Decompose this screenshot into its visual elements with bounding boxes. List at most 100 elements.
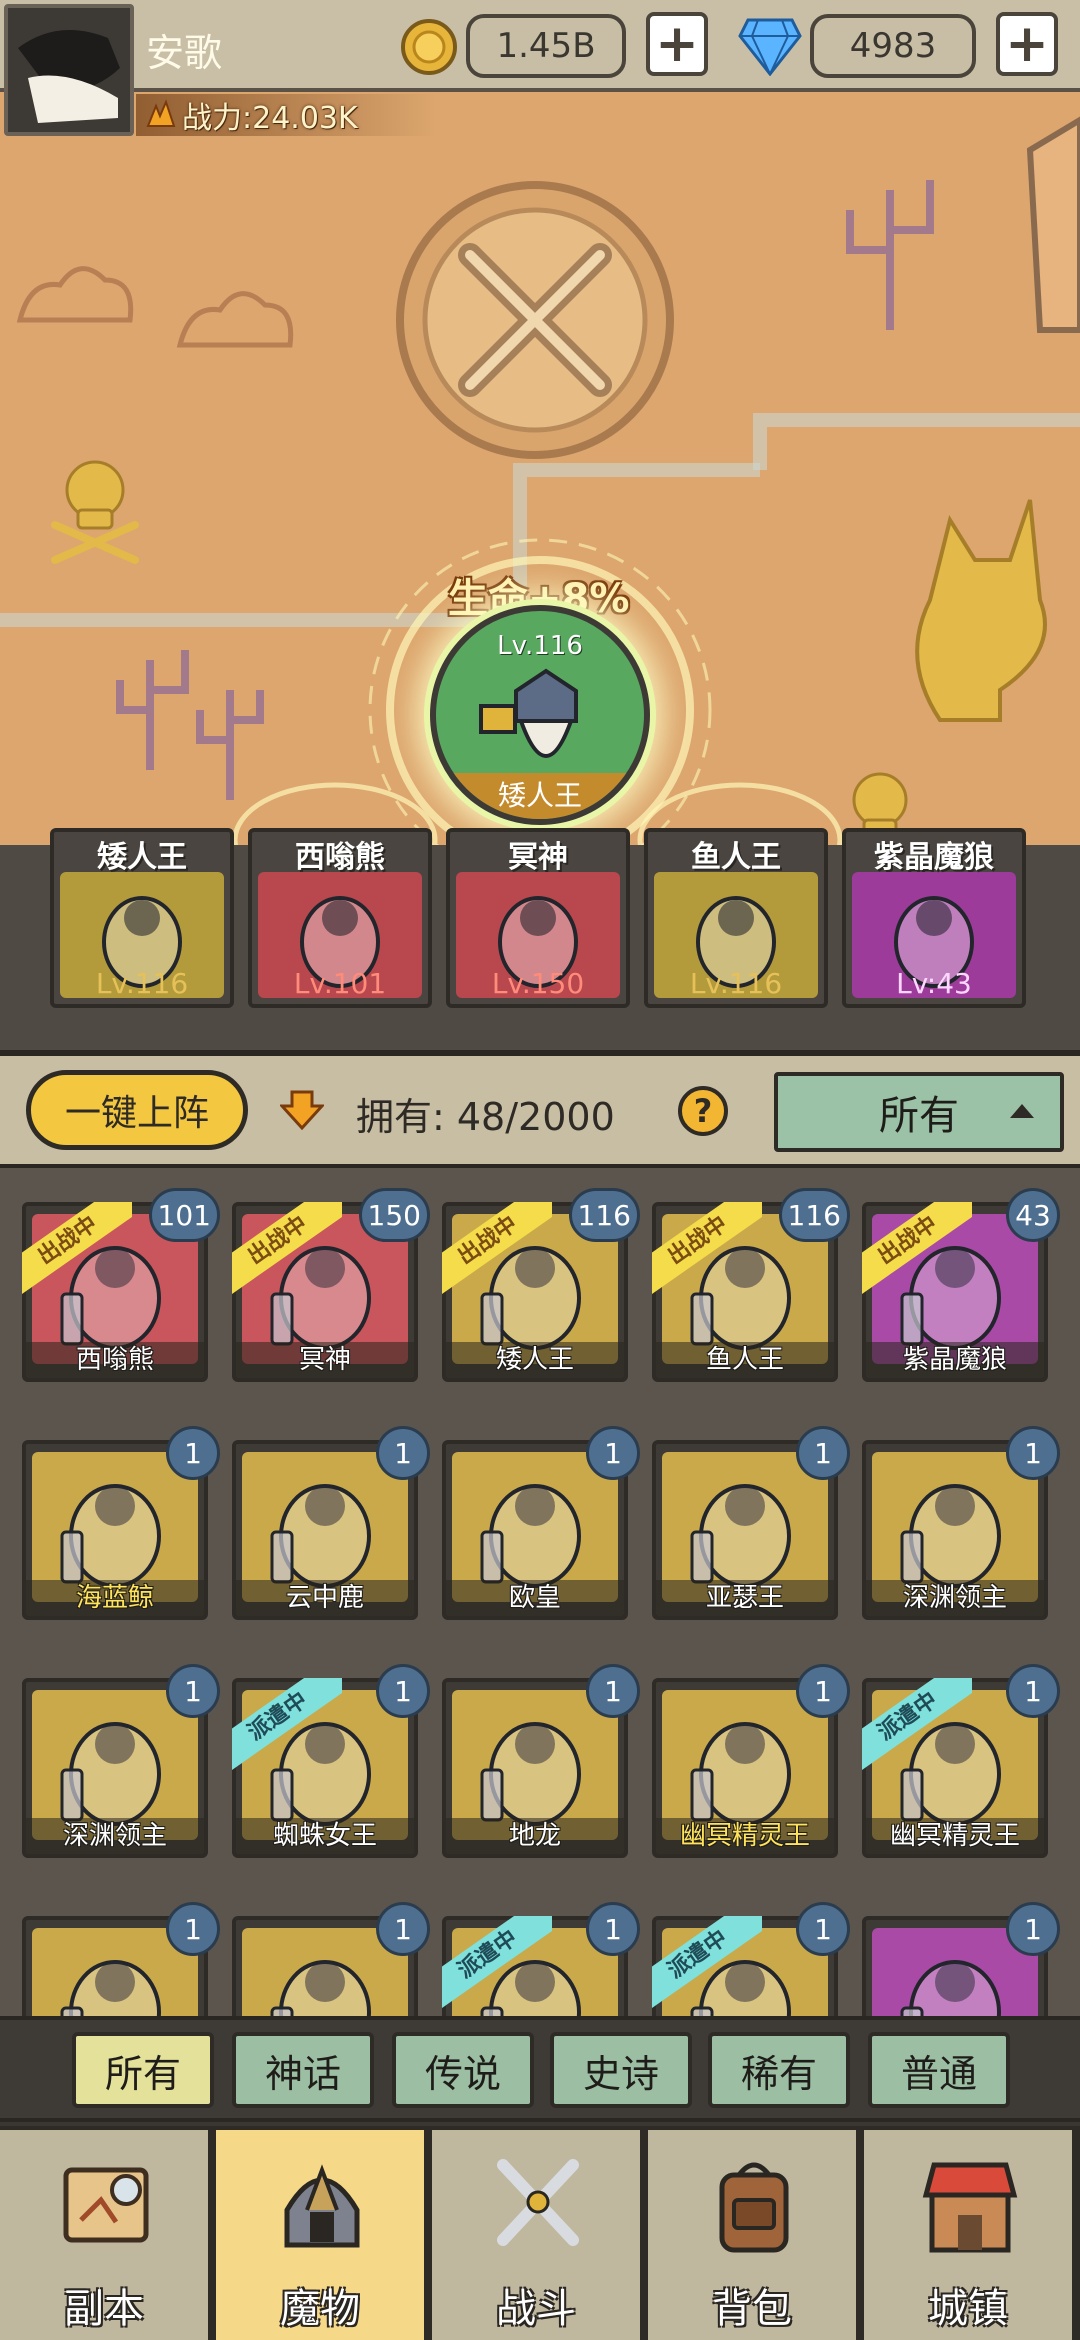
gold-coin-icon: [400, 18, 458, 80]
shop-building-icon: [922, 2162, 1018, 2253]
nav-tab-label: 魔物: [280, 2286, 360, 2332]
nav-tab[interactable]: 魔物: [216, 2130, 428, 2340]
monster-card[interactable]: 1 深渊领主: [862, 1426, 1060, 1620]
crossed-swords-icon: [497, 2159, 579, 2246]
status-ribbon: 出战中: [22, 1202, 132, 1312]
gold-amount: 1.45B: [466, 14, 626, 78]
monster-card[interactable]: 1 地龙: [442, 1664, 640, 1858]
team-slot[interactable]: 鱼人王 Lv.116: [644, 828, 828, 1008]
level-badge: 1: [1006, 1664, 1060, 1718]
status-ribbon-text: 派遣中: [862, 1678, 972, 1777]
monster-card[interactable]: 1 亚瑟王: [652, 1426, 850, 1620]
monster-card[interactable]: 150 出战中 冥神: [232, 1188, 430, 1382]
monster-card[interactable]: 1: [862, 1902, 1060, 2016]
monster-name: 海蓝鲸: [26, 1580, 204, 1616]
player-avatar[interactable]: [4, 4, 134, 136]
add-gem-button[interactable]: +: [996, 12, 1058, 76]
monster-name: 冥神: [236, 1342, 414, 1378]
level-badge: 101: [148, 1188, 220, 1242]
level-badge: 1: [796, 1902, 850, 1956]
rarity-tab[interactable]: 史诗: [550, 2032, 692, 2108]
nav-tab[interactable]: 背包: [648, 2130, 860, 2340]
diamond-icon: [738, 16, 802, 80]
rarity-tab[interactable]: 所有: [72, 2032, 214, 2108]
status-ribbon: 派遣中: [442, 1916, 552, 2016]
level-badge: 1: [166, 1426, 220, 1480]
monster-card[interactable]: 116 出战中矮人王: [442, 1188, 640, 1382]
rarity-tab[interactable]: 传说: [392, 2032, 534, 2108]
featured-monster[interactable]: Lv.116 矮人王: [430, 605, 650, 825]
monster-name: 幽冥精灵王: [866, 1818, 1044, 1854]
status-ribbon-text: 派遣中: [652, 1916, 762, 2015]
level-badge: 1: [586, 1902, 640, 1956]
team-slot[interactable]: 西嗡熊 Lv.101: [248, 828, 432, 1008]
monster-card[interactable]: 1 欧皇: [442, 1426, 640, 1620]
nav-tab[interactable]: 城镇: [864, 2130, 1076, 2340]
rarity-tab[interactable]: 普通: [868, 2032, 1010, 2108]
level-badge: 1: [586, 1426, 640, 1480]
level-badge: 1: [1006, 1426, 1060, 1480]
status-ribbon: 派遣中: [232, 1678, 342, 1788]
monster-card[interactable]: 43 出战中紫晶魔狼: [862, 1188, 1060, 1382]
level-badge: 1: [1006, 1902, 1060, 1956]
monster-card[interactable]: 1 深渊领主: [22, 1664, 220, 1858]
monster-card[interactable]: 1: [22, 1902, 220, 2016]
caret-up-icon: [1010, 1104, 1034, 1118]
status-ribbon: 出战中: [442, 1202, 552, 1312]
status-ribbon: 出战中: [862, 1202, 972, 1312]
rarity-tab[interactable]: 神话: [232, 2032, 374, 2108]
nav-tab[interactable]: 战斗: [432, 2130, 644, 2340]
team-slot-name: 矮人王: [97, 840, 187, 875]
monster-card[interactable]: 1 云中鹿: [232, 1426, 430, 1620]
team-slot-name: 冥神: [508, 840, 568, 875]
level-badge: 43: [1006, 1188, 1060, 1242]
monster-card[interactable]: 1 派遣中 蜘蛛女王: [232, 1664, 430, 1858]
nav-tab-label: 副本: [64, 2286, 144, 2332]
status-ribbon-text: 出战中: [232, 1202, 342, 1301]
monster-card[interactable]: 116 出战中 鱼人王: [652, 1188, 850, 1382]
monster-card[interactable]: 101 出战中 西嗡熊: [22, 1188, 220, 1382]
nav-tab-label: 城镇: [928, 2286, 1008, 2332]
status-ribbon: 出战中: [232, 1202, 342, 1312]
nav-tab[interactable]: 副本: [0, 2130, 212, 2340]
monster-name: 亚瑟王: [656, 1580, 834, 1616]
status-ribbon-text: 出战中: [442, 1202, 552, 1301]
filter-dropdown[interactable]: 所有: [774, 1072, 1064, 1152]
team-slot-name: 西嗡熊: [295, 840, 385, 875]
level-badge: 116: [778, 1188, 850, 1242]
rarity-tab[interactable]: 稀有: [708, 2032, 850, 2108]
level-badge: 1: [376, 1664, 430, 1718]
team-slot-name: 紫晶魔狼: [874, 840, 994, 875]
status-ribbon: 出战中: [652, 1202, 762, 1312]
add-gold-button[interactable]: +: [646, 12, 708, 76]
monster-card[interactable]: 1 海蓝鲸: [22, 1426, 220, 1620]
owned-count: 拥有: 48/2000: [356, 1095, 615, 1139]
monster-name: 云中鹿: [236, 1580, 414, 1616]
status-ribbon-text: 派遣中: [232, 1678, 342, 1777]
monster-name: 紫晶魔狼: [866, 1342, 1044, 1378]
monster-card[interactable]: 1 派遣中: [442, 1902, 640, 2016]
monster-card[interactable]: 1 幽冥精灵王: [652, 1664, 850, 1858]
monster-card[interactable]: 1 派遣中幽冥精灵王: [862, 1664, 1060, 1858]
status-ribbon-text: 出战中: [862, 1202, 972, 1301]
player-name: 安歌: [146, 31, 223, 75]
monster-helmet-icon: [284, 2164, 360, 2248]
team-slot-level: Lv.116: [95, 967, 189, 1000]
team-slot[interactable]: 紫晶魔狼 Lv:43: [842, 828, 1026, 1008]
team-slot-level: Lv.116: [689, 967, 783, 1000]
level-badge: 1: [166, 1902, 220, 1956]
team-slot[interactable]: 冥神 Lv.150: [446, 828, 630, 1008]
monster-name: 幽冥精灵王: [656, 1818, 834, 1854]
level-badge: 1: [166, 1664, 220, 1718]
monster-card[interactable]: 1: [232, 1902, 430, 2016]
monster-card[interactable]: 1 派遣中: [652, 1902, 850, 2016]
backpack-icon: [719, 2162, 789, 2253]
team-slot[interactable]: 矮人王 Lv.116: [50, 828, 234, 1008]
sort-arrow-icon[interactable]: [278, 1090, 326, 1140]
gem-amount: 4983: [810, 14, 976, 78]
help-button[interactable]: ?: [678, 1086, 728, 1136]
power-icon: [146, 98, 176, 132]
monster-name: 矮人王: [446, 1342, 624, 1378]
one-key-deploy-button[interactable]: 一键上阵: [26, 1070, 248, 1150]
level-badge: 116: [568, 1188, 640, 1242]
